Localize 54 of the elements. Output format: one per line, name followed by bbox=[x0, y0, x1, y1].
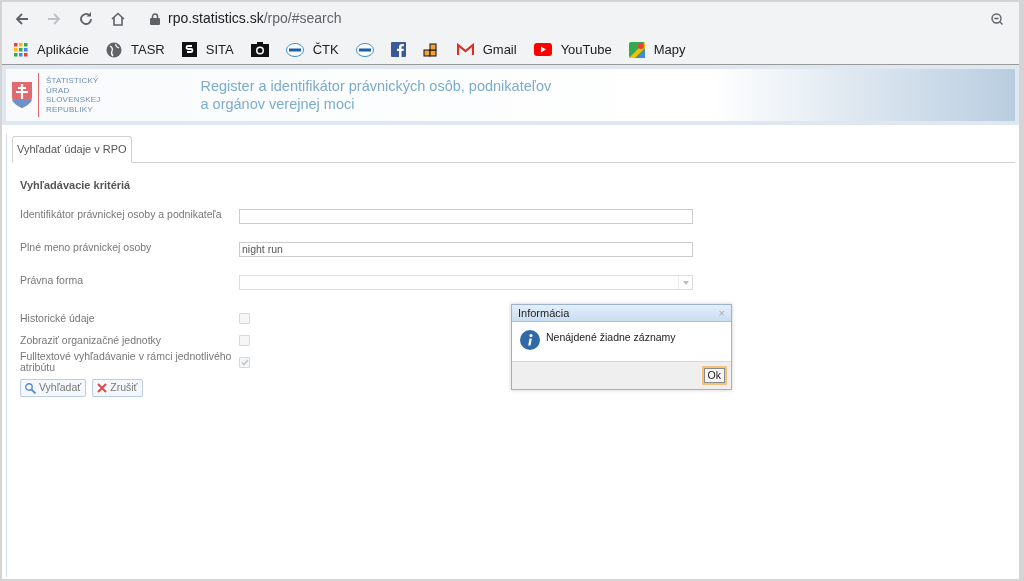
bookmark[interactable]: Gmail bbox=[456, 39, 517, 60]
coat-of-arms-icon bbox=[12, 82, 32, 108]
bookmark[interactable]: Mapy bbox=[628, 39, 686, 60]
bookmark[interactable] bbox=[250, 42, 269, 57]
logo-icon bbox=[355, 42, 374, 57]
info-icon bbox=[520, 330, 540, 350]
bookmark[interactable]: YouTube bbox=[533, 39, 612, 60]
play-icon bbox=[533, 43, 552, 56]
field-label: Právna forma bbox=[20, 273, 85, 288]
field-label: Identifikátor právnickej osoby a podnikateľa bbox=[20, 207, 223, 222]
dialog-title: Informácia bbox=[518, 305, 570, 321]
zoom-out-icon[interactable] bbox=[991, 12, 1003, 25]
dialog-message: Nenájdené žiadne záznamy bbox=[546, 330, 676, 345]
tab[interactable]: Vyhľadať údaje v RPO bbox=[12, 136, 132, 163]
bookmark[interactable]: TASR bbox=[106, 39, 165, 60]
section-heading: Vyhľadávacie kritériá bbox=[20, 177, 132, 193]
back-icon[interactable] bbox=[14, 10, 30, 27]
site-title: Register a identifikátor právnických osôb, podnikateľov a orgánov verejnej moci bbox=[200, 77, 552, 113]
facebook-icon bbox=[390, 42, 406, 57]
checkbox-label: Fulltextové vyhľadávanie v rámci jednotlivého atribútu bbox=[20, 351, 233, 373]
input-field[interactable]: night run bbox=[239, 242, 693, 257]
lock-icon bbox=[150, 12, 160, 25]
camera-icon bbox=[250, 42, 269, 57]
home-icon[interactable] bbox=[110, 10, 126, 27]
search-button[interactable]: Vyhľadať bbox=[20, 379, 87, 397]
bookmark[interactable]: ČTK bbox=[285, 39, 339, 60]
bookmark[interactable] bbox=[355, 42, 374, 57]
field-label: Plné meno právnickej osoby bbox=[20, 240, 153, 255]
caret-icon bbox=[682, 280, 689, 285]
ok-button[interactable]: Ok bbox=[703, 368, 725, 383]
globe-icon bbox=[106, 41, 123, 58]
checkbox[interactable] bbox=[239, 356, 250, 368]
cancel-button[interactable]: Zrušiť bbox=[92, 379, 143, 397]
mail-icon bbox=[456, 43, 474, 56]
bookmark[interactable] bbox=[422, 41, 440, 58]
checkbox-label: Historické údaje bbox=[20, 312, 96, 324]
blocks-icon bbox=[422, 41, 440, 58]
reload-icon[interactable] bbox=[78, 10, 94, 27]
input-field[interactable] bbox=[239, 209, 693, 224]
logo-text: ŠTATISTICKÝ ÚRAD SLOVENSKEJ REPUBLIKY bbox=[46, 76, 101, 114]
url-text: rpo.statistics.sk/rpo/#search bbox=[168, 9, 342, 28]
checkbox[interactable] bbox=[239, 334, 250, 346]
map-icon bbox=[628, 41, 645, 58]
apps-icon bbox=[14, 42, 28, 57]
logo-icon bbox=[285, 42, 304, 57]
bookmark[interactable]: Aplikácie bbox=[14, 39, 90, 60]
logo-icon bbox=[181, 42, 197, 57]
check-icon bbox=[240, 358, 249, 366]
search-icon bbox=[25, 382, 36, 394]
close-icon bbox=[97, 383, 108, 393]
bookmark[interactable]: SITA bbox=[181, 39, 234, 60]
checkbox[interactable] bbox=[239, 312, 250, 324]
bookmark[interactable] bbox=[390, 42, 406, 57]
checkbox-label: Zobraziť organizačné jednotky bbox=[20, 334, 163, 346]
